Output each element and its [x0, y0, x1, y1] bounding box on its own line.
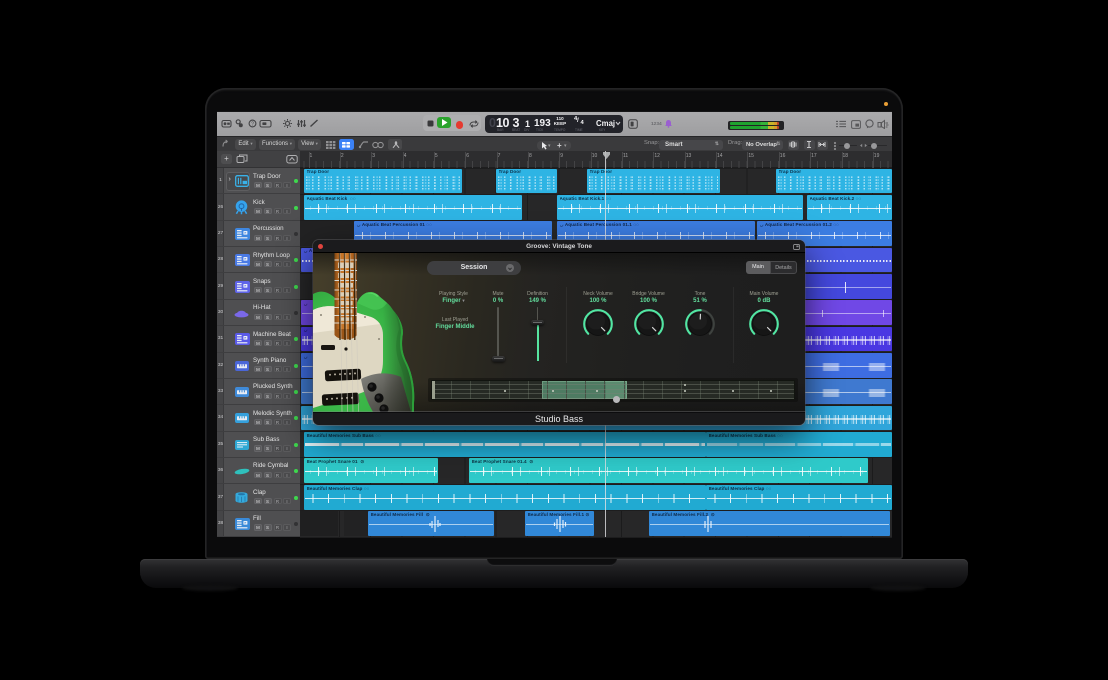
svg-text:?: ?	[251, 121, 254, 127]
